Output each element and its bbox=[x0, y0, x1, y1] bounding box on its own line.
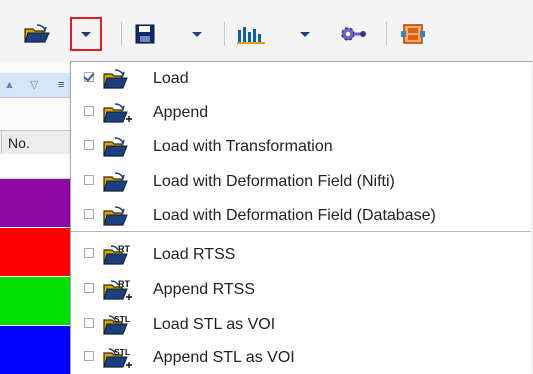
menu-item-label: Load with Transformation bbox=[153, 138, 333, 155]
badge-text: STL bbox=[114, 314, 130, 324]
dropdown-arrow-icon bbox=[192, 31, 202, 37]
checkbox bbox=[84, 248, 94, 258]
menu-separator bbox=[71, 231, 531, 232]
table-row[interactable] bbox=[0, 252, 70, 276]
table-row[interactable] bbox=[0, 178, 70, 203]
open-folder-icon bbox=[103, 69, 128, 89]
load-menu-dropdown-button[interactable] bbox=[70, 17, 102, 51]
dropdown-arrow-icon bbox=[81, 31, 91, 37]
menu-item-label: Append bbox=[153, 104, 209, 121]
checkbox bbox=[84, 283, 94, 293]
badge-text: RT bbox=[118, 279, 130, 289]
underlying-panel-header: ▲ ▽ ≡ bbox=[0, 73, 70, 98]
sort-indicator-icon: ▲ bbox=[4, 79, 15, 91]
toolbar-separator bbox=[386, 22, 387, 46]
menu-item-label: Load STL as VOI bbox=[153, 316, 276, 333]
menu-item-load-deformation-database[interactable]: Load with Deformation Field (Database) bbox=[71, 200, 531, 232]
load-dropdown-menu: Load Append Load with Transformation Loa… bbox=[70, 61, 532, 374]
checkbox bbox=[84, 209, 94, 219]
toolbar-separator bbox=[224, 22, 225, 46]
save-button[interactable] bbox=[130, 21, 160, 47]
checkbox bbox=[84, 140, 94, 150]
dropdown-arrow-icon bbox=[300, 31, 310, 37]
menu-item-append[interactable]: Append bbox=[71, 97, 531, 129]
open-folder-rt-icon: RT bbox=[103, 244, 130, 265]
table-row[interactable] bbox=[0, 301, 70, 325]
settings-connector-icon bbox=[341, 27, 366, 41]
menu-item-append-stl-as-voi[interactable]: STL Append STL as VOI bbox=[71, 342, 531, 374]
menu-item-load-with-transformation[interactable]: Load with Transformation bbox=[71, 131, 531, 163]
menu-item-load[interactable]: Load bbox=[71, 63, 531, 95]
table-row[interactable] bbox=[0, 227, 70, 252]
checkbox bbox=[84, 351, 94, 361]
menu-item-label: Append STL as VOI bbox=[153, 349, 295, 366]
badge-text: STL bbox=[114, 347, 130, 357]
menu-item-load-stl-as-voi[interactable]: STL Load STL as VOI bbox=[71, 309, 531, 341]
table-row[interactable] bbox=[0, 276, 70, 301]
histogram-icon bbox=[237, 27, 265, 44]
menu-item-append-rtss[interactable]: RT Append RTSS bbox=[71, 274, 531, 306]
histogram-button[interactable] bbox=[234, 21, 270, 47]
layout-button[interactable] bbox=[396, 21, 430, 47]
save-dropdown-button[interactable] bbox=[186, 21, 208, 47]
table-row[interactable] bbox=[0, 350, 70, 374]
menu-lines-icon: ≡ bbox=[58, 79, 65, 91]
menu-item-label: Load with Deformation Field (Nifti) bbox=[153, 173, 395, 190]
open-folder-icon bbox=[103, 137, 128, 157]
checkbox bbox=[84, 175, 94, 185]
toolbar-separator bbox=[121, 22, 122, 46]
open-folder-plus-icon bbox=[103, 103, 132, 123]
toolbar bbox=[0, 0, 533, 62]
open-folder-stl-icon: STL bbox=[103, 314, 130, 335]
checkbox-checked bbox=[84, 72, 94, 82]
layout-window-icon bbox=[401, 24, 425, 44]
table-column-header[interactable]: No. bbox=[0, 130, 70, 156]
menu-item-label: Load bbox=[153, 70, 189, 87]
open-folder-icon bbox=[24, 24, 50, 43]
column-header-no: No. bbox=[8, 135, 30, 151]
table-row[interactable] bbox=[0, 325, 70, 350]
open-folder-rt-plus-icon: RT bbox=[103, 279, 132, 300]
checkbox bbox=[84, 318, 94, 328]
open-folder-button[interactable] bbox=[20, 21, 54, 47]
table-row[interactable] bbox=[0, 154, 70, 179]
open-folder-icon bbox=[103, 172, 128, 192]
table-row[interactable] bbox=[0, 203, 70, 227]
checkbox bbox=[84, 106, 94, 116]
save-disk-icon bbox=[135, 24, 155, 44]
menu-item-label: Load with Deformation Field (Database) bbox=[153, 207, 436, 224]
settings-button[interactable] bbox=[334, 21, 370, 47]
dropdown-indicator-icon: ▽ bbox=[30, 79, 39, 91]
histogram-dropdown-button[interactable] bbox=[294, 21, 316, 47]
menu-item-label: Append RTSS bbox=[153, 281, 255, 298]
menu-item-load-rtss[interactable]: RT Load RTSS bbox=[71, 239, 531, 271]
badge-text: RT bbox=[118, 244, 130, 254]
open-folder-icon bbox=[103, 206, 128, 226]
menu-item-label: Load RTSS bbox=[153, 246, 236, 263]
menu-item-load-deformation-nifti[interactable]: Load with Deformation Field (Nifti) bbox=[71, 166, 531, 198]
open-folder-stl-plus-icon: STL bbox=[103, 347, 132, 368]
